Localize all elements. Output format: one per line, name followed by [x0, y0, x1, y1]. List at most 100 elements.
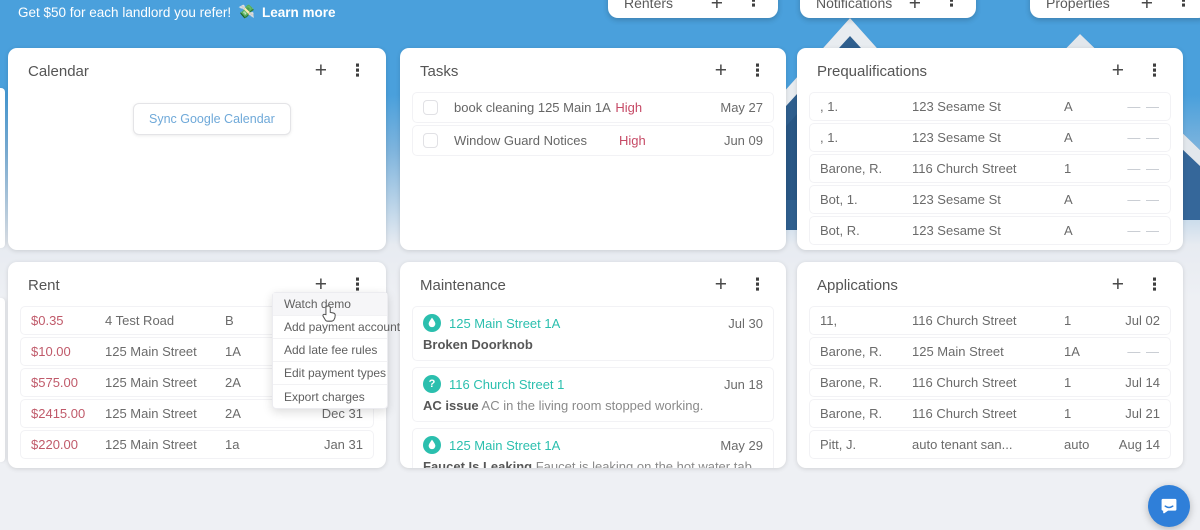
- maintenance-row[interactable]: 125 Main Street 1A Jul 30 Broken Doorkno…: [412, 306, 774, 361]
- plus-icon[interactable]: +: [315, 60, 327, 81]
- property-address: 123 Sesame St: [912, 223, 1001, 238]
- card-notifications[interactable]: Notifications + ⋮: [800, 0, 976, 18]
- offscreen-card-edge: [0, 298, 5, 462]
- card-applications: Applications + ⋮ 11, 116 Church Street 1…: [797, 262, 1183, 468]
- offscreen-card-edge: [0, 88, 5, 248]
- kebab-menu-icon[interactable]: ⋮: [745, 0, 762, 11]
- question-mark-icon: ?: [423, 375, 441, 393]
- task-row[interactable]: Window Guard Notices High Jun 09: [412, 125, 774, 156]
- learn-more-link[interactable]: Learn more: [262, 5, 336, 20]
- rent-amount: $575.00: [31, 375, 78, 390]
- applicant-name: Barone, R.: [820, 344, 883, 359]
- task-row[interactable]: book cleaning 125 Main 1A High May 27: [412, 92, 774, 123]
- applicant-name: Bot, 1.: [820, 192, 858, 207]
- date-placeholder: — —: [1127, 130, 1160, 145]
- applicant-name: Pitt, J.: [820, 437, 857, 452]
- property-address: 123 Sesame St: [912, 192, 1001, 207]
- application-row[interactable]: Pitt, J. auto tenant san... auto Aug 14: [809, 430, 1171, 459]
- prequalification-row[interactable]: Bot, R. 123 Sesame St A — —: [809, 216, 1171, 245]
- prequalification-row[interactable]: , 1. 123 Sesame St A — —: [809, 123, 1171, 152]
- card-title: Rent: [28, 276, 60, 294]
- card-tasks: Tasks + ⋮ book cleaning 125 Main 1A High…: [400, 48, 786, 250]
- plus-icon[interactable]: +: [315, 274, 327, 295]
- task-priority-badge: High: [615, 100, 643, 115]
- maintenance-issue-title: AC issue: [423, 398, 479, 413]
- unit: 1: [1064, 375, 1072, 390]
- prequalification-row[interactable]: , 1. 123 Sesame St A — —: [809, 92, 1171, 121]
- maintenance-row[interactable]: ? 116 Church Street 1 Jun 18 AC issue AC…: [412, 367, 774, 422]
- unit: 1: [1064, 313, 1072, 328]
- card-properties[interactable]: Properties + ⋮: [1030, 0, 1200, 18]
- plus-icon[interactable]: +: [909, 0, 921, 14]
- property-address: 123 Sesame St: [912, 130, 1001, 145]
- chat-bubble-icon: [1159, 496, 1179, 516]
- plus-icon[interactable]: +: [711, 0, 723, 14]
- maintenance-property-link[interactable]: 125 Main Street 1A: [449, 316, 560, 331]
- unit: A: [1064, 130, 1073, 145]
- applicant-name: Barone, R.: [820, 406, 883, 421]
- maintenance-issue-desc: Faucet is leaking on the hot water tab: [535, 459, 752, 468]
- applicant-name: Barone, R.: [820, 161, 883, 176]
- kebab-menu-icon[interactable]: ⋮: [749, 275, 766, 295]
- maintenance-row[interactable]: 125 Main Street 1A May 29 Faucet Is Leak…: [412, 428, 774, 468]
- card-calendar: Calendar + ⋮ Sync Google Calendar: [8, 48, 386, 250]
- rent-row[interactable]: $220.00 125 Main Street 1a Jan 31: [20, 430, 374, 459]
- task-label: book cleaning 125 Main 1A: [454, 100, 611, 115]
- plus-icon[interactable]: +: [1112, 60, 1124, 81]
- plus-icon[interactable]: +: [1112, 274, 1124, 295]
- application-date: Jul 02: [1125, 313, 1160, 328]
- chat-launcher-button[interactable]: [1148, 485, 1190, 527]
- property-address: 125 Main Street: [912, 344, 1004, 359]
- maintenance-date: May 29: [720, 437, 763, 453]
- prequalification-row[interactable]: Barone, R. 116 Church Street 1 — —: [809, 154, 1171, 183]
- date-placeholder: — —: [1127, 223, 1160, 238]
- maintenance-property-link[interactable]: 125 Main Street 1A: [449, 438, 560, 453]
- menu-item-add-late-fee-rules[interactable]: Add late fee rules: [273, 339, 387, 362]
- maintenance-property-link[interactable]: 116 Church Street 1: [449, 377, 564, 392]
- property-address: 116 Church Street: [912, 313, 1017, 328]
- property-address: 4 Test Road: [105, 313, 175, 328]
- kebab-menu-icon[interactable]: ⋮: [749, 61, 766, 81]
- application-row[interactable]: 11, 116 Church Street 1 Jul 02: [809, 306, 1171, 335]
- unit: auto: [1064, 437, 1090, 452]
- maintenance-date: Jul 30: [728, 315, 763, 331]
- rent-context-menu: Watch demo Add payment account Add late …: [272, 292, 400, 409]
- task-checkbox[interactable]: [423, 133, 438, 148]
- plus-icon[interactable]: +: [1141, 0, 1153, 14]
- task-priority-badge: High: [618, 133, 646, 148]
- unit: 1: [1064, 406, 1072, 421]
- kebab-menu-icon[interactable]: ⋮: [1146, 61, 1163, 81]
- rent-amount: $0.35: [31, 313, 64, 328]
- date-placeholder: — —: [1127, 99, 1160, 114]
- prequalification-row[interactable]: Bot, 1. 123 Sesame St A — —: [809, 185, 1171, 214]
- maintenance-issue-title: Faucet Is Leaking: [423, 459, 533, 468]
- date-placeholder: — —: [1127, 344, 1160, 359]
- menu-item-export-charges[interactable]: Export charges: [273, 385, 387, 408]
- sync-google-calendar-button[interactable]: Sync Google Calendar: [133, 103, 291, 135]
- property-address: auto tenant san...: [912, 437, 1013, 452]
- referral-banner-text: Get $50 for each landlord you refer!: [18, 4, 232, 20]
- menu-item-add-payment-account[interactable]: Add payment account: [273, 316, 400, 339]
- referral-banner: Get $50 for each landlord you refer! 💸 L…: [18, 4, 335, 20]
- rent-amount: $220.00: [31, 437, 78, 452]
- application-row[interactable]: Barone, R. 125 Main Street 1A — —: [809, 337, 1171, 366]
- kebab-menu-icon[interactable]: ⋮: [349, 61, 366, 81]
- due-date: Jan 31: [323, 437, 363, 452]
- kebab-menu-icon[interactable]: ⋮: [1175, 0, 1192, 11]
- unit: A: [1064, 223, 1073, 238]
- application-row[interactable]: Barone, R. 116 Church Street 1 Jul 21: [809, 399, 1171, 428]
- card-prequalifications: Prequalifications + ⋮ , 1. 123 Sesame St…: [797, 48, 1183, 250]
- plus-icon[interactable]: +: [715, 60, 727, 81]
- menu-item-watch-demo[interactable]: Watch demo: [273, 293, 387, 316]
- property-address: 116 Church Street: [912, 406, 1017, 421]
- task-label: Window Guard Notices: [454, 133, 587, 148]
- plus-icon[interactable]: +: [715, 274, 727, 295]
- kebab-menu-icon[interactable]: ⋮: [943, 0, 960, 11]
- card-renters[interactable]: Renters + ⋮: [608, 0, 778, 18]
- menu-item-edit-payment-types[interactable]: Edit payment types: [273, 362, 387, 385]
- task-checkbox[interactable]: [423, 100, 438, 115]
- application-date: Aug 14: [1118, 437, 1160, 452]
- kebab-menu-icon[interactable]: ⋮: [1146, 275, 1163, 295]
- property-address: 116 Church Street: [912, 375, 1017, 390]
- application-row[interactable]: Barone, R. 116 Church Street 1 Jul 14: [809, 368, 1171, 397]
